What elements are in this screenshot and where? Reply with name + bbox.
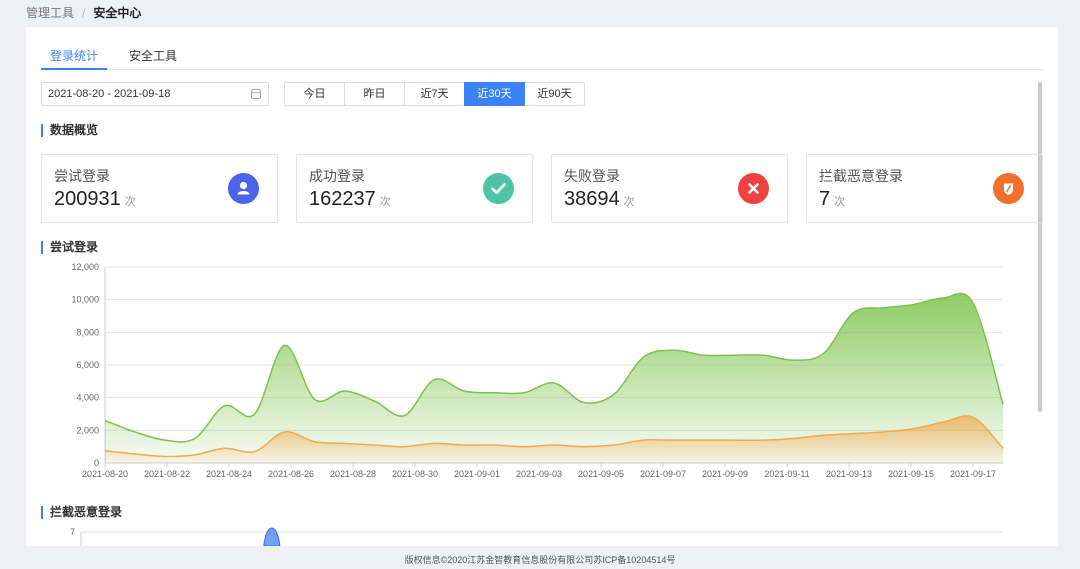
close-icon bbox=[738, 173, 769, 204]
range-yesterday-button[interactable]: 昨日 bbox=[344, 82, 405, 106]
breadcrumb-current: 安全中心 bbox=[93, 6, 142, 20]
x-tick-label: 2021-09-11 bbox=[764, 469, 809, 479]
shield-icon bbox=[993, 173, 1024, 204]
y-tick-label: 8,000 bbox=[76, 327, 99, 337]
stat-card-success: 成功登录 162237 次 bbox=[296, 154, 533, 223]
y-tick-label: 2,000 bbox=[76, 425, 99, 435]
tab-login-stats[interactable]: 登录统计 bbox=[41, 42, 107, 70]
breadcrumb: 管理工具 / 安全中心 bbox=[26, 5, 141, 21]
stat-unit: 次 bbox=[834, 196, 846, 208]
stat-unit: 次 bbox=[379, 196, 391, 208]
date-range-value: 2021-08-20 - 2021-09-18 bbox=[48, 88, 171, 100]
range-30days-button[interactable]: 近30天 bbox=[464, 82, 525, 106]
tab-bar: 登录统计 安全工具 bbox=[41, 27, 1043, 70]
stat-label: 尝试登录 bbox=[54, 168, 110, 184]
x-tick-label: 2021-08-22 bbox=[144, 469, 190, 479]
range-90days-button[interactable]: 近90天 bbox=[524, 82, 585, 106]
y-tick-label: 4,000 bbox=[76, 393, 99, 403]
range-7days-button[interactable]: 近7天 bbox=[404, 82, 465, 106]
x-tick-label: 2021-09-05 bbox=[578, 469, 624, 479]
stat-unit: 次 bbox=[623, 196, 635, 208]
stat-value: 200931 bbox=[54, 188, 121, 210]
stat-card-blocked: 拦截恶意登录 7次 bbox=[806, 154, 1043, 223]
y-tick-label: 7 bbox=[70, 527, 75, 537]
y-tick-label: 12,000 bbox=[71, 262, 99, 272]
x-tick-label: 2021-08-24 bbox=[206, 469, 252, 479]
stat-label: 失败登录 bbox=[564, 168, 620, 184]
chart2-title: 拦截恶意登录 bbox=[41, 506, 122, 519]
overview-title: 数据概览 bbox=[41, 124, 98, 137]
x-tick-label: 2021-09-07 bbox=[640, 469, 686, 479]
x-tick-label: 2021-08-28 bbox=[330, 469, 376, 479]
stat-value: 162237 bbox=[309, 188, 376, 210]
stat-label: 拦截恶意登录 bbox=[819, 168, 903, 184]
y-tick-label: 10,000 bbox=[71, 295, 99, 305]
check-icon bbox=[483, 173, 514, 204]
chart1-title: 尝试登录 bbox=[41, 241, 98, 254]
stat-value: 38694 bbox=[564, 188, 620, 210]
x-tick-label: 2021-09-09 bbox=[702, 469, 748, 479]
x-tick-label: 2021-09-13 bbox=[826, 469, 872, 479]
footer-copyright: 版权信息©2020江苏金智教育信息股份有限公司苏ICP备10204514号 bbox=[404, 555, 676, 565]
breadcrumb-separator: / bbox=[82, 6, 86, 20]
stat-label: 成功登录 bbox=[309, 168, 365, 184]
x-tick-label: 2021-09-01 bbox=[454, 469, 500, 479]
x-tick-label: 2021-09-03 bbox=[516, 469, 562, 479]
x-tick-label: 2021-09-15 bbox=[888, 469, 934, 479]
stat-card-attempts: 尝试登录 200931 次 bbox=[41, 154, 278, 223]
calendar-icon bbox=[251, 89, 261, 99]
attempts-area-chart: 0 2,000 4,000 6,000 8,000 10,000 12,000 2021-08… bbox=[71, 262, 1004, 479]
date-range-picker[interactable]: 2021-08-20 - 2021-09-18 bbox=[41, 82, 269, 106]
quick-range-group: 今日 昨日 近7天 近30天 近90天 bbox=[284, 82, 585, 106]
stat-unit: 次 bbox=[124, 196, 136, 208]
y-tick-label: 6,000 bbox=[76, 360, 99, 370]
tab-security-tools[interactable]: 安全工具 bbox=[125, 42, 181, 70]
x-tick-label: 2021-08-30 bbox=[392, 469, 438, 479]
stat-card-failed: 失败登录 38694 次 bbox=[551, 154, 788, 223]
y-tick-label: 0 bbox=[94, 458, 99, 468]
blocked-series-peak bbox=[263, 527, 281, 546]
stat-value: 7 bbox=[819, 188, 831, 210]
range-today-button[interactable]: 今日 bbox=[284, 82, 345, 106]
blocked-area-chart: 7 bbox=[70, 527, 1003, 546]
breadcrumb-parent[interactable]: 管理工具 bbox=[26, 6, 74, 20]
user-icon bbox=[228, 173, 259, 204]
main-card: 登录统计 安全工具 2021-08-20 - 2021-09-18 今日 昨日 … bbox=[26, 27, 1058, 546]
x-tick-label: 2021-09-17 bbox=[950, 469, 996, 479]
x-tick-label: 2021-08-26 bbox=[268, 469, 314, 479]
x-tick-label: 2021-08-20 bbox=[82, 469, 128, 479]
